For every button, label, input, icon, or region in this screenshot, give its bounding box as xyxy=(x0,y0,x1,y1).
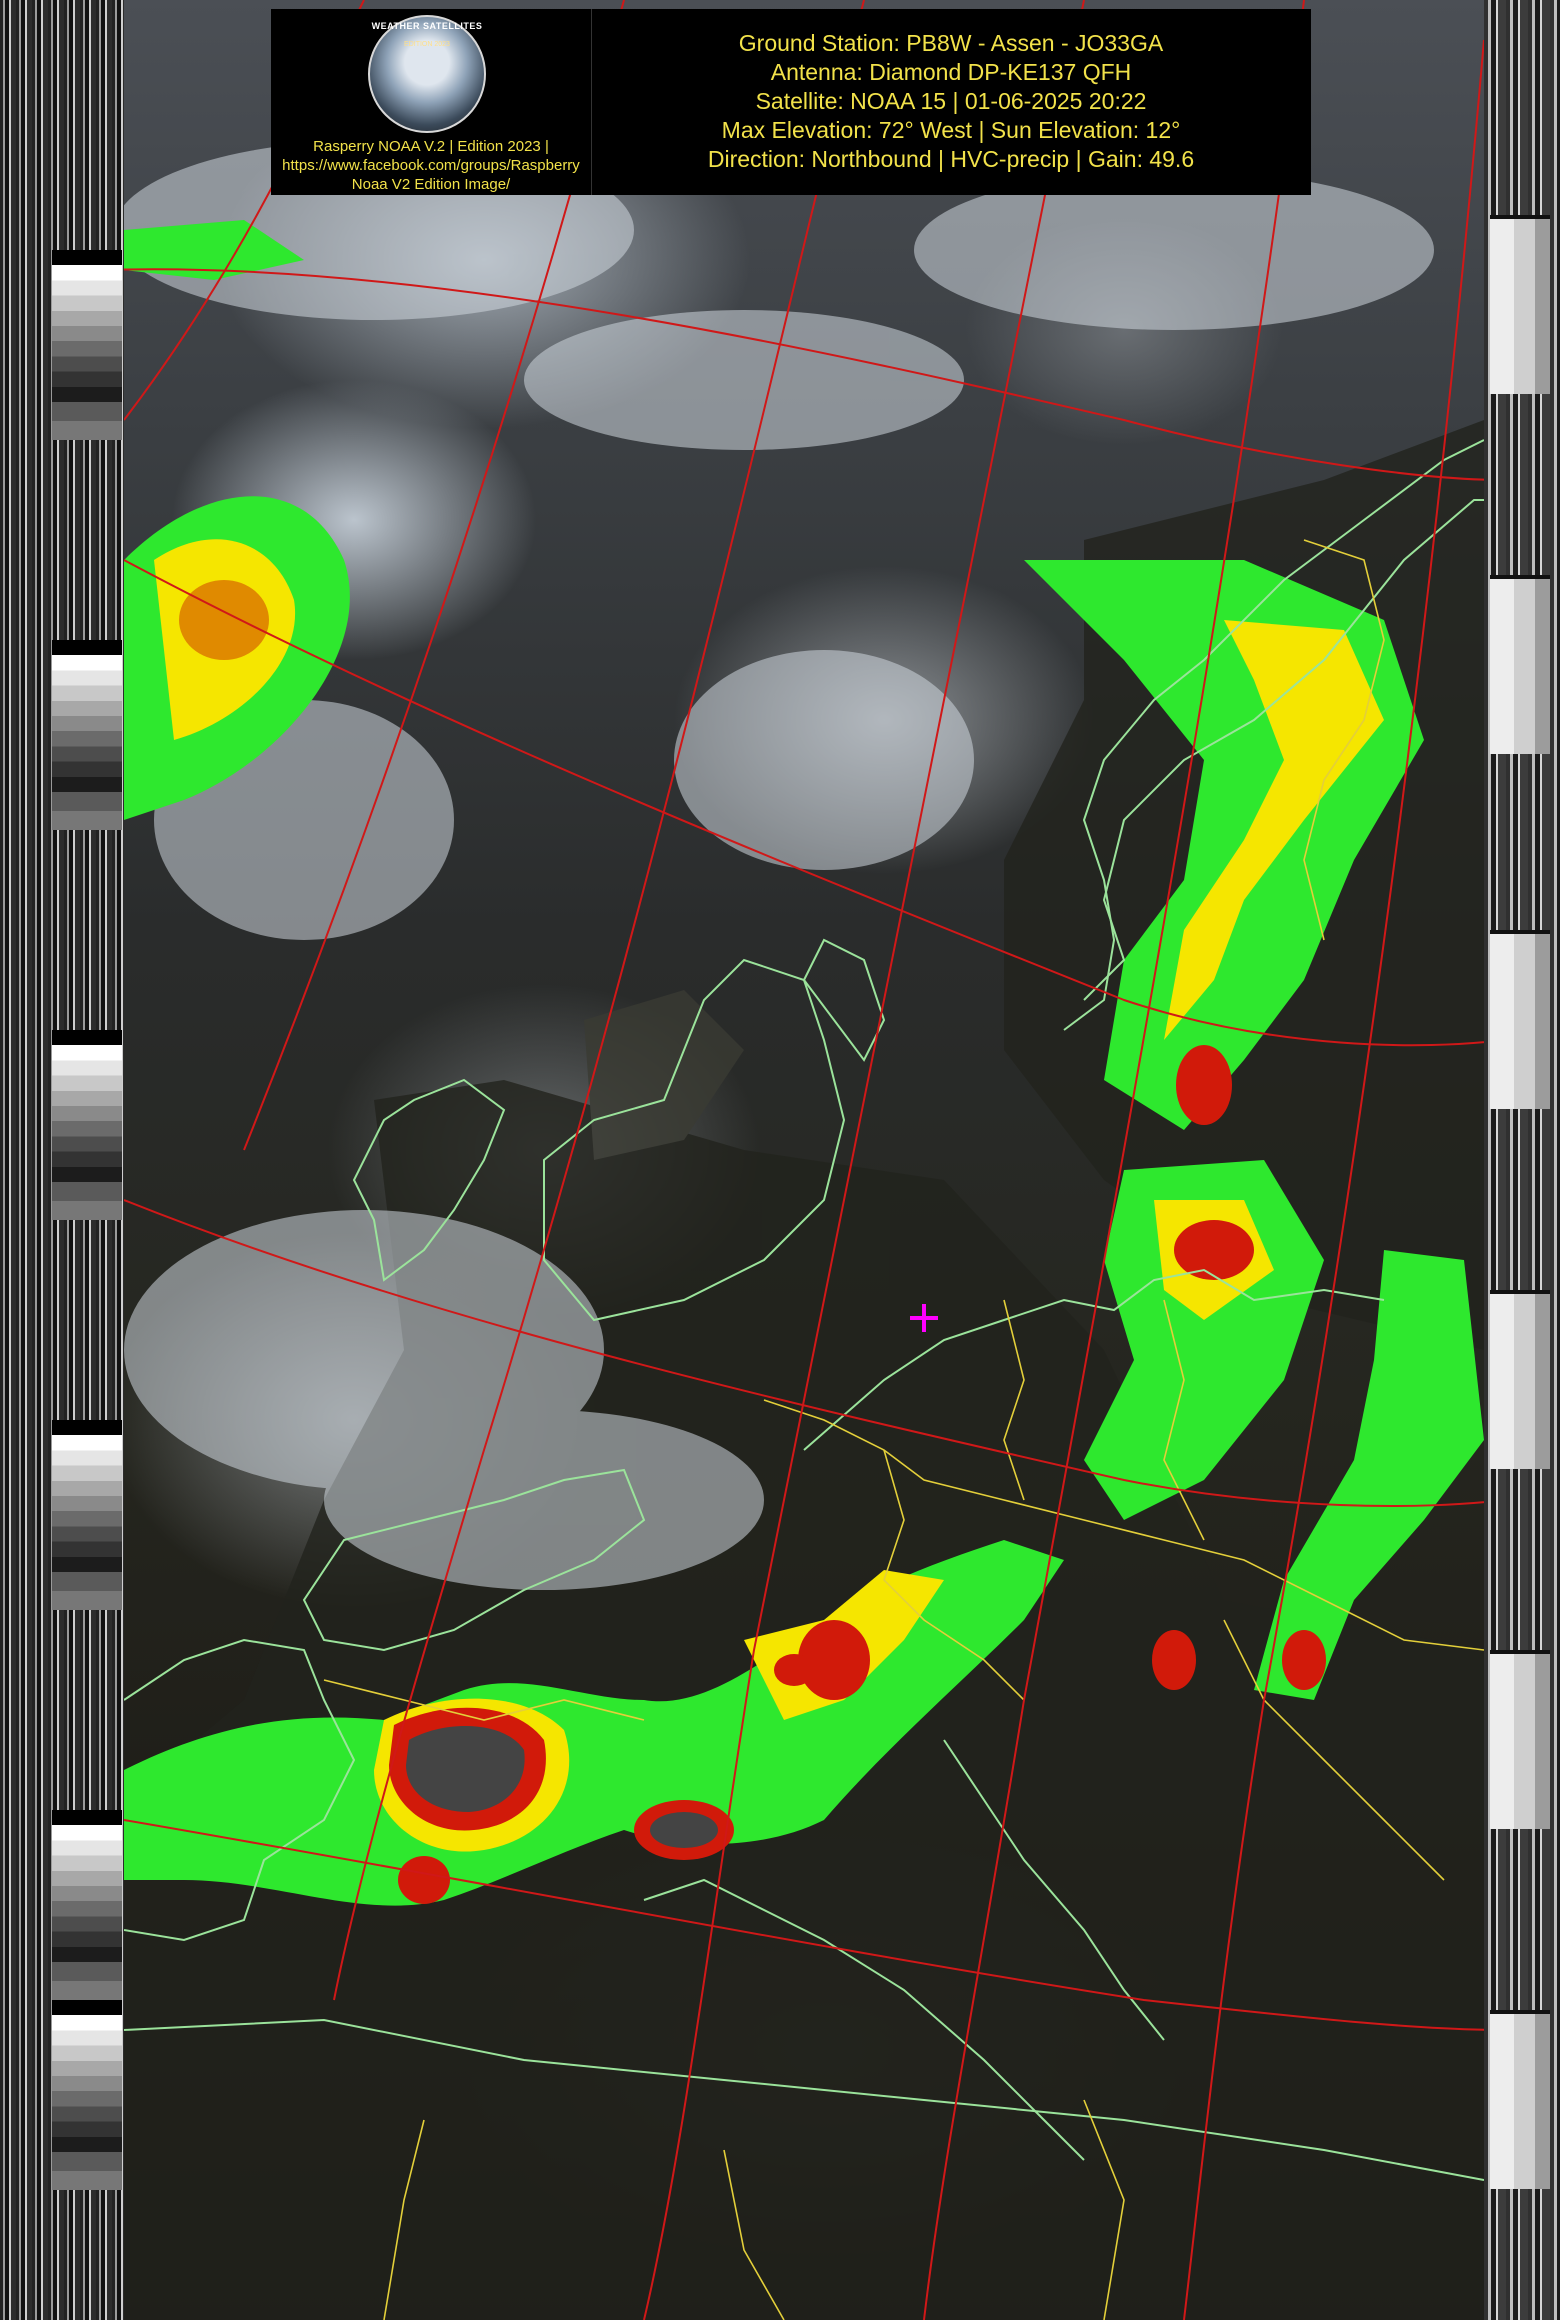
pass-info: Ground Station: PB8W - Assen - JO33GA An… xyxy=(601,29,1301,174)
satellite-image-frame: WEATHER SATELLITES EDITION 2023 Rasperry… xyxy=(0,0,1560,2320)
telemetry-block xyxy=(1490,215,1550,394)
ground-station-line: Ground Station: PB8W - Assen - JO33GA xyxy=(738,30,1164,56)
weather-map xyxy=(124,0,1484,2320)
satellite-line: Satellite: NOAA 15 | 01-06-2025 20:22 xyxy=(755,88,1147,114)
calibration-wedge xyxy=(52,1810,122,2000)
telemetry-block xyxy=(1490,1650,1550,1829)
logo-subtext: EDITION 2023 xyxy=(404,41,450,48)
telemetry-strip-left xyxy=(0,0,124,2320)
calibration-wedge xyxy=(52,1420,122,1610)
credit-text: Rasperry NOAA V.2 | Edition 2023 | https… xyxy=(271,137,591,194)
map-overlay xyxy=(124,0,1484,2320)
calibration-wedge xyxy=(52,250,122,440)
antenna-line: Antenna: Diamond DP-KE137 QFH xyxy=(770,59,1132,85)
telemetry-block xyxy=(1490,1290,1550,1469)
telemetry-block xyxy=(1490,2010,1550,2189)
telemetry-block xyxy=(1490,930,1550,1109)
logo-panel: WEATHER SATELLITES EDITION 2023 Rasperry… xyxy=(271,9,592,195)
calibration-wedge xyxy=(52,2000,122,2190)
logo-text: WEATHER SATELLITES xyxy=(371,21,483,31)
telemetry-block xyxy=(1490,575,1550,754)
calibration-wedge xyxy=(52,640,122,830)
info-header: WEATHER SATELLITES EDITION 2023 Rasperry… xyxy=(271,9,1311,195)
direction-line: Direction: Northbound | HVC-precip | Gai… xyxy=(707,146,1195,172)
elevation-line: Max Elevation: 72° West | Sun Elevation:… xyxy=(721,117,1181,143)
weather-satellites-logo: WEATHER SATELLITES EDITION 2023 xyxy=(368,15,486,133)
credit-line: https://www.facebook.com/groups/Raspberr… xyxy=(282,157,580,174)
credit-line: Rasperry NOAA V.2 | Edition 2023 | xyxy=(313,138,549,155)
credit-line: Noaa V2 Edition Image/ xyxy=(351,176,511,193)
calibration-wedge xyxy=(52,1030,122,1220)
